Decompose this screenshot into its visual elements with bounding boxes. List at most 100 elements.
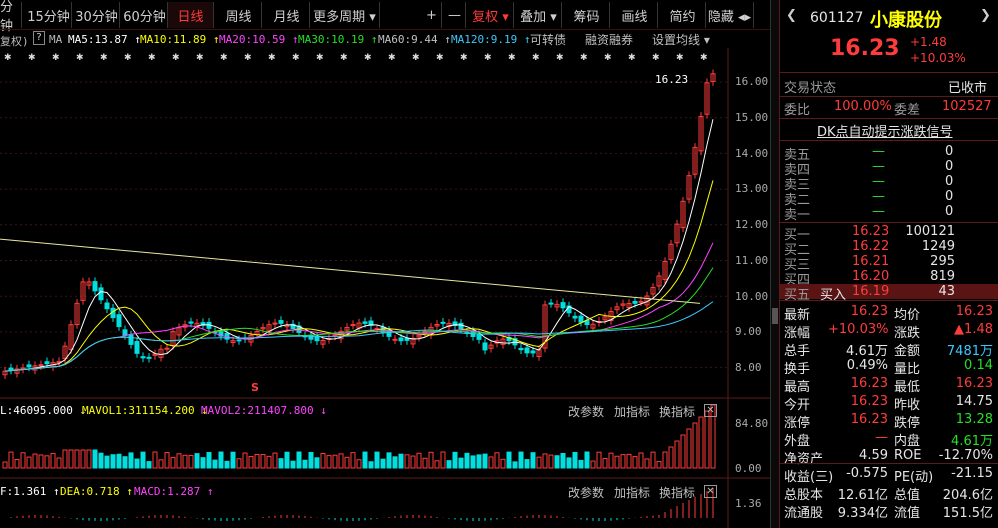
axis-tick: 9.00 [735,325,762,338]
volume-bar [542,453,548,469]
axis-tick: 13.00 [735,182,769,195]
volume-bar [512,461,518,469]
volume-bar [8,451,14,469]
ma20-line [4,242,714,372]
macd-edit-params-button[interactable]: 改参数 [568,484,604,501]
volume-bar [476,454,482,469]
buy-level-row[interactable]: 买五 买入 16.19 43 [780,284,998,303]
candle [458,322,464,330]
volume-bar [110,454,116,469]
period-tab-60min[interactable]: 60分钟 [122,2,168,28]
period-tab-15min[interactable]: 15分钟 [26,2,72,28]
volume-bar [650,451,656,469]
volume-bar [596,451,602,469]
period-tab-minute[interactable]: 分钟 [0,0,22,34]
panel-divider[interactable] [770,0,779,528]
forward-arrow-icon[interactable]: ❯ [980,8,991,23]
grid-marker: ✱ [364,53,372,63]
candle [560,302,566,309]
simple-mode-button[interactable]: 简约 [660,2,706,28]
grid-marker: ✱ [628,53,636,63]
volume-bar [530,452,536,469]
dk-signal-link[interactable]: DK点自动提示涨跌信号 [817,121,953,140]
vol-edit-params-button[interactable]: 改参数 [568,403,604,420]
overlay-dropdown[interactable]: 叠加 ▾ [516,2,562,28]
volume-bar [26,456,32,469]
draw-line-button[interactable]: 画线 [612,2,658,28]
more-periods-dropdown[interactable]: 更多周期 ▾ [310,2,380,28]
axis-tick: 16.00 [735,75,769,88]
candle [548,302,554,305]
candle [572,315,578,319]
vol-add-indicator-button[interactable]: 加指标 [614,403,650,420]
mavol2-value: MAVOL2:211407.800 ↓ [201,404,327,417]
buy-level-row[interactable]: 买一 16.23 100121 [780,224,998,243]
volume-bar [470,455,476,469]
volume-bar [182,454,188,469]
convertible-bond-link[interactable]: 可转债 [530,31,566,48]
grid-marker: ✱ [388,53,396,63]
grid-marker: ✱ [412,53,420,63]
chips-button[interactable]: 筹码 [564,2,610,28]
adjust-price-dropdown[interactable]: 复权 ▾ [468,2,514,28]
ma-prefix: 复权) [0,35,29,48]
stat-row: 收益(三) -0.575 PE(动) -21.15 [784,466,993,485]
volume-bar [422,457,428,469]
vol-close-icon[interactable]: ✕ [704,404,717,417]
candle [350,324,356,327]
signal-mark: S [251,381,259,394]
volume-bar [158,459,164,469]
candle [398,337,404,342]
candle [392,338,398,341]
dea-value: DEA:0.718 ↑ [60,485,133,498]
last-price-label: 16.23 [655,73,689,86]
collapse-handle-icon[interactable] [772,308,778,324]
period-tab-monthly[interactable]: 月线 [264,2,310,28]
volume-bar [266,455,272,469]
grid-marker: ✱ [220,53,228,63]
sell-level-row: 卖二 —0 [784,189,954,208]
buy-level-row[interactable]: 买三 16.21 295 [780,254,998,273]
volume-bar [326,455,332,469]
zoom-out-button[interactable]: — [444,2,466,28]
ma-label: MA [49,33,63,46]
grid-marker: ✱ [460,53,468,63]
macd-add-indicator-button[interactable]: 加指标 [614,484,650,501]
period-tab-weekly[interactable]: 周线 [216,2,262,28]
volume-bar [362,451,368,469]
price-change: +1.48 [910,35,947,49]
candle [38,364,44,367]
back-arrow-icon[interactable]: ❮ [786,8,797,23]
kline-chart[interactable]: ✱ ✱ ✱ ✱ ✱ ✱ ✱ ✱ ✱ ✱ ✱ ✱ ✱ ✱ ✱ ✱ ✱ ✱ ✱ ✱ ✱ ✱ ✱ ✱ ✱ ✱ ✱ ✱ ✱ ✱ [0,48,770,528]
help-icon[interactable]: ? [33,31,45,45]
period-tab-30min[interactable]: 30分钟 [74,2,120,28]
buy-level-row[interactable]: 买二 16.22 1249 [780,239,998,258]
ma60-value: MA60:9.44 ↑ [378,33,451,46]
grid-marker: ✱ [52,53,60,63]
margin-trading-link[interactable]: 融资融券 [585,31,633,48]
volume-bar [344,456,350,469]
volume-bar [572,451,578,469]
volume-bar [590,460,596,469]
volume-bar [506,451,512,469]
candle [632,301,638,304]
volume-bar [518,451,524,469]
period-tab-daily[interactable]: 日线 [168,2,214,28]
candle [638,300,644,303]
candle [146,356,152,359]
quote-panel: ❮ 601127 小康股份 ❯ 16.23 +1.48 +10.03% 交易状态… [779,0,998,528]
volume-bar [452,451,458,469]
macd-close-icon[interactable]: ✕ [704,485,717,498]
zoom-in-button[interactable]: + [422,2,442,28]
ma-settings-dropdown[interactable]: 设置均线 ▾ [652,31,710,48]
grid-marker: ✱ [100,53,108,63]
hide-panel-button[interactable]: 隐藏 ◂▸ [706,2,754,28]
volume-bar [656,460,662,469]
buy-level-row[interactable]: 买四 16.20 819 [780,269,998,288]
grid-marker: ✱ [316,53,324,63]
trade-status-row: 交易状态 已收市 [784,81,988,96]
vol-switch-indicator-button[interactable]: 换指标 [659,403,695,420]
volume-bar [698,416,704,469]
macd-switch-indicator-button[interactable]: 换指标 [659,484,695,501]
axis-tick: 10.00 [735,290,769,303]
